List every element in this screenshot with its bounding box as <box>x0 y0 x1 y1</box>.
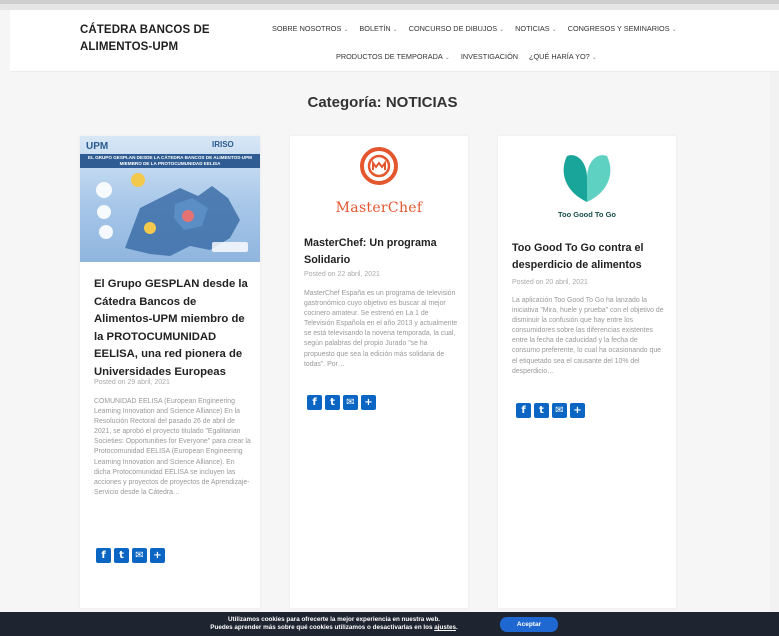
chevron-down-icon: ⌄ <box>444 55 450 61</box>
email-icon[interactable]: ✉ <box>552 403 567 418</box>
facebook-icon[interactable]: f <box>516 403 531 418</box>
main-nav-row2: PRODUCTOS DE TEMPORADA ⌄ INVESTIGACIÓN ¿Q… <box>336 52 606 61</box>
chevron-down-icon: ⌄ <box>499 27 505 33</box>
post-thumbnail-gesplan[interactable]: UPM IRISO EL GRUPO GESPLAN DESDE LA CÁTE… <box>80 136 260 262</box>
browser-top-strip <box>0 0 779 10</box>
nav-item-noticias[interactable]: NOTICIAS ⌄ <box>515 24 557 33</box>
nav-label: ¿QUÉ HARÍA YO? <box>529 52 590 61</box>
nav-label: CONCURSO DE DIBUJOS <box>408 24 498 33</box>
nav-label: BOLETÍN <box>359 24 391 33</box>
post-date: Posted on 20 abril, 2021 <box>512 279 588 286</box>
email-icon[interactable]: ✉ <box>343 395 358 410</box>
cookie-line-2: Puedes aprender más sobre qué cookies ut… <box>184 624 484 632</box>
cookie-message: Utilizamos cookies para ofrecerte la mej… <box>184 616 484 632</box>
post-card-masterchef: MasterChef MasterChef: Un programa Solid… <box>290 136 468 608</box>
share-buttons: f t ✉ + <box>516 403 585 418</box>
nav-item-investigacion[interactable]: INVESTIGACIÓN <box>461 52 518 61</box>
post-date: Posted on 29 abril, 2021 <box>94 379 170 386</box>
masterchef-wordmark: MasterChef <box>335 200 423 216</box>
post-title-link[interactable]: El Grupo GESPLAN desde la Cátedra Bancos… <box>94 276 254 381</box>
chevron-down-icon: ⌄ <box>591 55 597 61</box>
cookie-line-2-end: . <box>455 624 458 631</box>
nav-label: CONGRESOS Y SEMINARIOS <box>567 24 670 33</box>
main-nav-row1: SOBRE NOSOTROS ⌄ BOLETÍN ⌄ CONCURSO DE DIB… <box>272 24 686 33</box>
share-buttons: f t ✉ + <box>307 395 376 410</box>
nav-item-que-haria-yo[interactable]: ¿QUÉ HARÍA YO? ⌄ <box>529 52 597 61</box>
nav-item-congresos-y-seminarios[interactable]: CONGRESOS Y SEMINARIOS ⌄ <box>568 24 677 33</box>
add-icon[interactable]: + <box>150 548 165 563</box>
tgtg-wordmark: Too Good To Go <box>557 210 617 219</box>
chevron-down-icon: ⌄ <box>671 27 677 33</box>
nav-label: PRODUCTOS DE TEMPORADA <box>336 52 443 61</box>
twitter-icon[interactable]: t <box>325 395 340 410</box>
post-excerpt: MasterChef España es un programa de tele… <box>304 290 458 368</box>
masterchef-logo[interactable]: MasterChef <box>290 146 468 221</box>
cookie-line-2-text: Puedes aprender más sobre qué cookies ut… <box>210 624 433 631</box>
post-title-link[interactable]: Too Good To Go contra el desperdicio de … <box>512 240 664 274</box>
cookie-settings-link[interactable]: ajustes <box>434 624 456 631</box>
add-icon[interactable]: + <box>361 395 376 410</box>
nav-item-concurso-de-dibujos[interactable]: CONCURSO DE DIBUJOS ⌄ <box>409 24 504 33</box>
tgtg-leaves-icon <box>563 155 611 202</box>
chevron-down-icon: ⌄ <box>343 27 349 33</box>
cookie-notice-bar: Utilizamos cookies para ofrecerte la mej… <box>0 612 779 636</box>
nav-item-boletin[interactable]: BOLETÍN ⌄ <box>359 24 397 33</box>
too-good-to-go-logo[interactable]: Too Good To Go <box>498 148 676 233</box>
iriso-logo: IRISO <box>212 140 234 149</box>
facebook-icon[interactable]: f <box>307 395 322 410</box>
post-date: Posted on 22 abril, 2021 <box>304 271 380 278</box>
post-excerpt: COMUNIDAD EELISA (European Engineering L… <box>94 398 251 496</box>
main-content: Categoría: NOTICIAS UPM IRISO EL GRUPO G… <box>10 72 779 608</box>
facebook-icon[interactable]: f <box>96 548 111 563</box>
add-icon[interactable]: + <box>570 403 585 418</box>
share-buttons: f t ✉ + <box>96 548 165 563</box>
page-title: Categoría: NOTICIAS <box>307 94 458 111</box>
top-shadow <box>0 0 779 4</box>
cookie-line-1: Utilizamos cookies para ofrecerte la mej… <box>227 616 441 623</box>
site-header: CÁTEDRA BANCOS DE ALIMENTOS-UPM SOBRE NO… <box>10 10 779 72</box>
twitter-icon[interactable]: t <box>114 548 129 563</box>
post-title-link[interactable]: MasterChef: Un programa Solidario <box>304 235 456 269</box>
twitter-icon[interactable]: t <box>534 403 549 418</box>
post-card-too-good-to-go: Too Good To Go Too Good To Go contra el … <box>498 136 676 608</box>
nav-item-productos-de-temporada[interactable]: PRODUCTOS DE TEMPORADA ⌄ <box>336 52 450 61</box>
post-card-gesplan: UPM IRISO EL GRUPO GESPLAN DESDE LA CÁTE… <box>80 136 260 608</box>
site-brand[interactable]: CÁTEDRA BANCOS DE ALIMENTOS-UPM <box>80 22 245 56</box>
masterchef-emblem-icon <box>360 147 398 185</box>
thumbnail-banner-text: EL GRUPO GESPLAN DESDE LA CÁTEDRA BANCOS… <box>80 154 260 168</box>
accept-cookies-button[interactable]: Aceptar <box>500 617 558 632</box>
page-scrollbar[interactable] <box>770 72 779 612</box>
upm-logo: UPM <box>86 141 109 152</box>
chevron-down-icon: ⌄ <box>392 27 398 33</box>
nav-label: INVESTIGACIÓN <box>460 52 519 61</box>
nav-label: NOTICIAS <box>515 24 550 33</box>
chevron-down-icon: ⌄ <box>551 27 557 33</box>
post-excerpt: La aplicación Too Good To Go ha lanzado … <box>512 297 664 375</box>
europe-map-illustration <box>96 173 248 256</box>
nav-label: SOBRE NOSOTROS <box>272 24 342 33</box>
email-icon[interactable]: ✉ <box>132 548 147 563</box>
nav-item-sobre-nosotros[interactable]: SOBRE NOSOTROS ⌄ <box>272 24 348 33</box>
